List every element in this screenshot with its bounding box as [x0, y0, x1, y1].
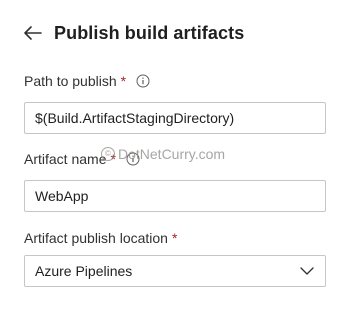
back-arrow-icon [24, 26, 42, 40]
chevron-down-icon [299, 263, 315, 279]
artifact-name-value: WebApp [35, 188, 89, 204]
artifact-publish-location-value: Azure Pipelines [35, 263, 133, 279]
artifact-publish-location-dropdown[interactable]: Azure Pipelines [24, 255, 326, 287]
task-settings-panel: Publish build artifacts Path to publish … [0, 0, 350, 313]
watermark: © DotNetCurry.com [101, 146, 225, 162]
required-marker: * [171, 230, 178, 246]
info-icon[interactable] [136, 74, 150, 88]
path-to-publish-label: Path to publish * [24, 73, 150, 89]
artifact-publish-location-label-text: Artifact publish location [24, 230, 168, 246]
page-title: Publish build artifacts [54, 22, 245, 43]
watermark-text: DotNetCurry.com [118, 146, 226, 162]
artifact-name-label-text: Artifact name [24, 151, 107, 167]
panel-header: Publish build artifacts [22, 20, 244, 46]
path-to-publish-label-text: Path to publish [24, 73, 117, 89]
artifact-publish-location-label: Artifact publish location * [24, 230, 177, 246]
back-button[interactable] [22, 22, 44, 44]
required-marker: * [120, 73, 127, 89]
path-to-publish-input[interactable]: $(Build.ArtifactStagingDirectory) [24, 102, 326, 134]
artifact-name-input[interactable]: WebApp [24, 180, 326, 212]
copyright-icon: © [101, 147, 115, 161]
path-to-publish-value: $(Build.ArtifactStagingDirectory) [35, 110, 235, 126]
